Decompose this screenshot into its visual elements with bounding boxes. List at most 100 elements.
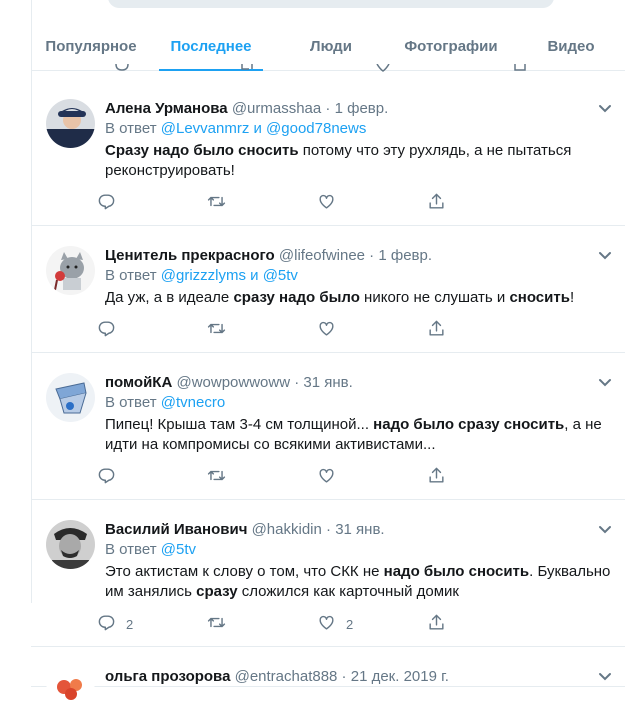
tweet[interactable]: помойКА @wowpowwoww · 31 янв. В ответ @tv… <box>31 353 625 500</box>
chevron-down-icon[interactable] <box>598 522 612 534</box>
author-name[interactable]: Василий Иванович <box>105 521 247 538</box>
author-handle[interactable]: @urmasshaa <box>232 100 321 117</box>
retweet-icon[interactable] <box>240 64 254 72</box>
tweet-actions <box>97 455 537 499</box>
retweet-icon <box>207 319 226 341</box>
highlighted-text: надо было сразу сносить <box>373 416 565 433</box>
tweet-actions: 22 <box>97 602 537 646</box>
reply-to-link[interactable]: @tvnecro <box>161 394 225 411</box>
timestamp[interactable]: 21 дек. 2019 г. <box>351 668 449 685</box>
chevron-down-icon[interactable] <box>598 101 612 113</box>
timestamp[interactable]: 31 янв. <box>303 374 352 391</box>
reply-icon <box>97 319 116 341</box>
highlighted-text: надо было сносить <box>383 563 530 580</box>
chevron-down-icon[interactable] <box>598 669 612 681</box>
tweet-text: Это актистам к слову о том, что СКК не н… <box>105 562 616 602</box>
reply-prefix: В ответ <box>105 267 157 284</box>
share-button[interactable] <box>427 466 537 488</box>
retweet-icon <box>207 466 226 488</box>
reply-context: В ответ @tvnecro <box>105 393 616 413</box>
avatar[interactable] <box>46 373 95 422</box>
retweet-icon <box>207 613 226 635</box>
reply-to-link[interactable]: @grizzzlyms и @5tv <box>161 267 298 284</box>
author-handle[interactable]: @lifeofwinee <box>279 247 365 264</box>
like-button[interactable] <box>317 192 427 214</box>
highlighted-text: сразу надо было <box>233 289 360 306</box>
like-icon <box>317 192 336 214</box>
tweet-text: Пипец! Крыша там 3-4 см толщиной... надо… <box>105 415 616 455</box>
tab-photos[interactable]: Фотографии <box>391 22 511 70</box>
share-button[interactable] <box>427 319 537 341</box>
like-button[interactable] <box>317 319 427 341</box>
tweet[interactable]: ольга прозорова @entrachat888 · 21 дек. … <box>31 647 625 716</box>
author-handle[interactable]: @hakkidin <box>252 521 322 538</box>
author-handle[interactable]: @entrachat888 <box>235 668 338 685</box>
author-name[interactable]: ольга прозорова <box>105 668 230 685</box>
separator-dot: · <box>321 521 336 538</box>
separator-dot: · <box>365 247 379 264</box>
reply-prefix: В ответ <box>105 541 157 558</box>
tweet-text: Сразу надо было сносить потому что эту р… <box>105 141 616 181</box>
retweet-button[interactable] <box>207 613 317 635</box>
separator-dot: · <box>337 668 351 685</box>
chevron-down-icon[interactable] <box>598 248 612 260</box>
reply-button[interactable] <box>97 466 207 488</box>
tweet-header: ольга прозорова @entrachat888 · 21 дек. … <box>105 667 616 687</box>
highlighted-text: сразу <box>196 583 238 600</box>
reply-icon <box>97 466 116 488</box>
tweet[interactable]: Ценитель прекрасного @lifeofwinee · 1 фе… <box>31 226 625 353</box>
author-name[interactable]: помойКА <box>105 374 172 391</box>
tab-latest[interactable]: Последнее <box>151 22 271 71</box>
tweet-text-part: ! <box>569 289 575 306</box>
tweet[interactable]: Алена Урманова @urmasshaa · 1 февр. В отв… <box>31 79 625 226</box>
avatar[interactable] <box>46 520 95 569</box>
share-icon[interactable] <box>513 64 527 72</box>
like-button[interactable] <box>317 466 427 488</box>
reply-icon[interactable] <box>115 64 129 72</box>
author-handle[interactable]: @wowpowwoww <box>176 374 290 391</box>
share-icon <box>427 613 446 635</box>
separator-dot: · <box>290 374 304 391</box>
share-icon <box>427 466 446 488</box>
search-bar[interactable] <box>108 0 554 8</box>
reply-icon <box>97 192 116 214</box>
avatar[interactable] <box>46 246 95 295</box>
like-icon[interactable] <box>376 64 390 72</box>
highlighted-text: сносить <box>509 289 570 306</box>
author-name[interactable]: Алена Урманова <box>105 100 228 117</box>
reply-context: В ответ @5tv <box>105 540 616 560</box>
tweet-text-part: Это актистам к слову о том, что СКК не <box>105 563 384 580</box>
share-icon <box>427 319 446 341</box>
chevron-down-icon[interactable] <box>598 375 612 387</box>
timestamp[interactable]: 1 февр. <box>335 100 389 117</box>
reply-to-link[interactable]: @5tv <box>161 541 196 558</box>
retweet-button[interactable] <box>207 192 317 214</box>
reply-icon <box>97 613 116 635</box>
reply-button[interactable] <box>97 192 207 214</box>
author-name[interactable]: Ценитель прекрасного <box>105 247 275 264</box>
tab-videos[interactable]: Видео <box>511 22 625 70</box>
tweet-header: Алена Урманова @urmasshaa · 1 февр. <box>105 99 616 119</box>
like-button[interactable]: 2 <box>317 613 427 635</box>
retweet-button[interactable] <box>207 466 317 488</box>
tweet[interactable]: Василий Иванович @hakkidin · 31 янв. В от… <box>31 500 625 647</box>
tweet-text-part: никого не слушать и <box>359 289 510 306</box>
avatar[interactable] <box>46 667 95 716</box>
timestamp[interactable]: 1 февр. <box>378 247 432 264</box>
reply-context: В ответ @Levvanmrz и @good78news <box>105 119 616 139</box>
reply-count: 2 <box>126 616 134 632</box>
share-button[interactable] <box>427 192 537 214</box>
tweet-text-part: Пипец! Крыша там 3-4 см толщиной... <box>105 416 374 433</box>
reply-to-link[interactable]: @Levvanmrz и @good78news <box>161 120 367 137</box>
reply-button[interactable]: 2 <box>97 613 207 635</box>
tweet-header: Василий Иванович @hakkidin · 31 янв. <box>105 520 616 540</box>
tab-top[interactable]: Популярное <box>31 22 151 70</box>
reply-button[interactable] <box>97 319 207 341</box>
tweet-header: Ценитель прекрасного @lifeofwinee · 1 фе… <box>105 246 616 266</box>
timestamp[interactable]: 31 янв. <box>335 521 384 538</box>
tweet-text-part: сложился как карточный домик <box>237 583 459 600</box>
share-button[interactable] <box>427 613 537 635</box>
tab-people[interactable]: Люди <box>271 22 391 70</box>
avatar[interactable] <box>46 99 95 148</box>
retweet-button[interactable] <box>207 319 317 341</box>
